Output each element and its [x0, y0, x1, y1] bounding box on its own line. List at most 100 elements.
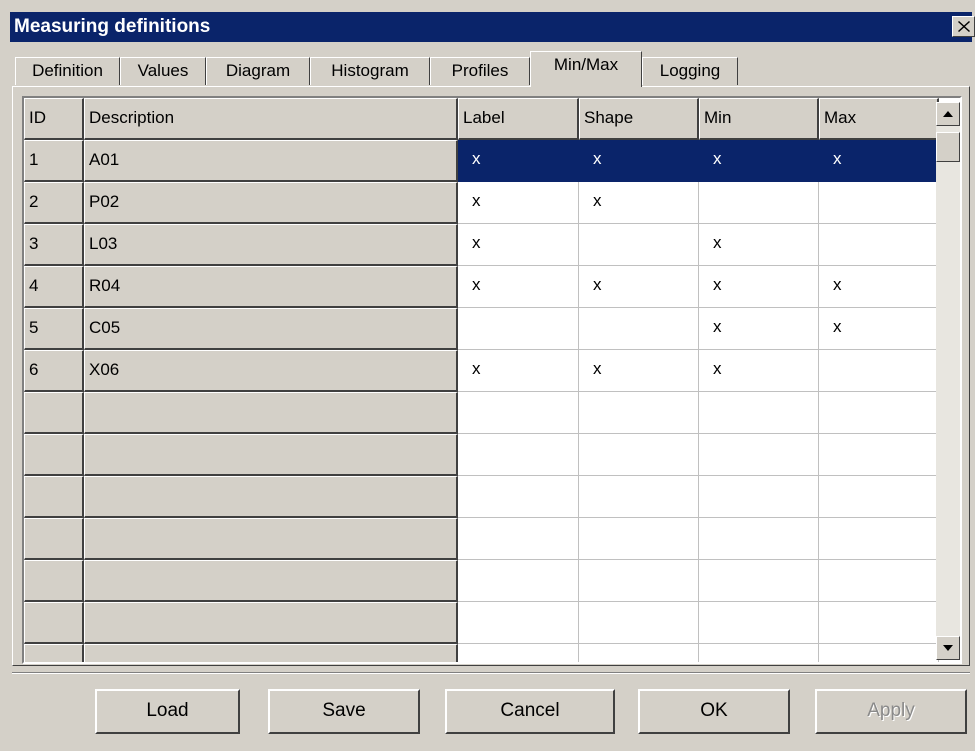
column-header: Shape: [579, 98, 699, 140]
table-cell[interactable]: x: [819, 140, 939, 182]
table-cell[interactable]: x: [819, 308, 939, 350]
table-cell[interactable]: [458, 476, 579, 518]
row-id-cell: [24, 602, 84, 644]
table-cell[interactable]: x: [819, 266, 939, 308]
row-description-cell: P02: [84, 182, 458, 224]
table-cell[interactable]: x: [699, 140, 819, 182]
save-button[interactable]: Save: [268, 689, 420, 734]
table-cell[interactable]: [699, 434, 819, 476]
tab-logging[interactable]: Logging: [642, 57, 738, 85]
tab-min-max[interactable]: Min/Max: [530, 51, 642, 87]
table-cell[interactable]: [579, 434, 699, 476]
tab-diagram[interactable]: Diagram: [206, 57, 310, 85]
table-cell[interactable]: [579, 602, 699, 644]
table-cell[interactable]: [819, 224, 939, 266]
table-cell[interactable]: [699, 476, 819, 518]
column-header: ID: [24, 98, 84, 140]
cancel-button[interactable]: Cancel: [445, 689, 615, 734]
table-cell[interactable]: [579, 644, 699, 662]
row-id-cell: 3: [24, 224, 84, 266]
row-id-cell: 1: [24, 140, 84, 182]
table-cell[interactable]: [819, 392, 939, 434]
table-cell[interactable]: x: [699, 350, 819, 392]
table-cell[interactable]: [819, 350, 939, 392]
table-cell[interactable]: [699, 560, 819, 602]
table-cell[interactable]: x: [699, 266, 819, 308]
table-cell[interactable]: [699, 392, 819, 434]
table-cell[interactable]: x: [699, 308, 819, 350]
table-cell[interactable]: [458, 392, 579, 434]
table-cell[interactable]: [458, 308, 579, 350]
row-id-cell: 5: [24, 308, 84, 350]
row-id-cell: 4: [24, 266, 84, 308]
table-cell[interactable]: [819, 434, 939, 476]
row-description-cell: [84, 518, 458, 560]
scroll-up-button[interactable]: [936, 102, 960, 126]
column-header: Label: [458, 98, 579, 140]
table-cell[interactable]: [819, 644, 939, 662]
table-cell[interactable]: [458, 434, 579, 476]
table-cell[interactable]: [819, 182, 939, 224]
scroll-down-button[interactable]: [936, 636, 960, 660]
table-cell[interactable]: [579, 308, 699, 350]
row-description-cell: X06: [84, 350, 458, 392]
ok-button[interactable]: OK: [638, 689, 790, 734]
row-id-cell: [24, 560, 84, 602]
row-id-cell: [24, 434, 84, 476]
table-cell[interactable]: [579, 224, 699, 266]
table-cell[interactable]: [819, 476, 939, 518]
table-cell[interactable]: [699, 182, 819, 224]
column-header: Min: [699, 98, 819, 140]
vertical-scrollbar[interactable]: [936, 102, 960, 660]
dialog-window: Measuring definitions Definition Values …: [0, 0, 975, 751]
title-bar: Measuring definitions: [10, 12, 975, 42]
column-header: Description: [84, 98, 458, 140]
table-cell[interactable]: [579, 518, 699, 560]
row-id-cell: 6: [24, 350, 84, 392]
table-cell[interactable]: x: [458, 224, 579, 266]
table-cell[interactable]: [699, 602, 819, 644]
table-cell[interactable]: [579, 560, 699, 602]
row-id-cell: [24, 644, 84, 662]
table-cell[interactable]: [699, 518, 819, 560]
row-description-cell: [84, 392, 458, 434]
tab-profiles[interactable]: Profiles: [430, 57, 530, 85]
row-description-cell: [84, 602, 458, 644]
tab-definition[interactable]: Definition: [15, 57, 120, 85]
table-cell[interactable]: x: [699, 224, 819, 266]
table-cell[interactable]: [579, 476, 699, 518]
table-cell[interactable]: x: [458, 266, 579, 308]
row-description-cell: R04: [84, 266, 458, 308]
table-cell[interactable]: [579, 392, 699, 434]
table-cell[interactable]: x: [458, 140, 579, 182]
tab-histogram[interactable]: Histogram: [310, 57, 430, 85]
window-title: Measuring definitions: [14, 16, 211, 37]
arrow-up-icon: [943, 111, 953, 117]
table-cell[interactable]: [699, 644, 819, 662]
table-cell[interactable]: x: [579, 140, 699, 182]
table-cell[interactable]: [819, 602, 939, 644]
table-cell[interactable]: x: [458, 182, 579, 224]
table-cell[interactable]: [458, 602, 579, 644]
table-cell[interactable]: [458, 518, 579, 560]
table-cell[interactable]: x: [579, 266, 699, 308]
row-description-cell: L03: [84, 224, 458, 266]
table-cell[interactable]: [819, 560, 939, 602]
close-icon: [958, 21, 970, 32]
row-description-cell: [84, 644, 458, 662]
table-cell[interactable]: x: [579, 350, 699, 392]
close-button[interactable]: [952, 16, 975, 37]
tab-values[interactable]: Values: [120, 57, 206, 85]
table-cell[interactable]: [458, 560, 579, 602]
table-cell[interactable]: [458, 644, 579, 662]
table-cell[interactable]: x: [579, 182, 699, 224]
scroll-thumb[interactable]: [936, 132, 960, 162]
apply-button[interactable]: Apply: [815, 689, 967, 734]
table-cell[interactable]: x: [458, 350, 579, 392]
min-max-grid[interactable]: ID Description Label Shape Min Max 1 A01 x x x x 2 P0…: [22, 96, 962, 664]
row-id-cell: [24, 518, 84, 560]
table-cell[interactable]: [819, 518, 939, 560]
load-button[interactable]: Load: [95, 689, 240, 734]
row-id-cell: [24, 392, 84, 434]
row-description-cell: [84, 434, 458, 476]
